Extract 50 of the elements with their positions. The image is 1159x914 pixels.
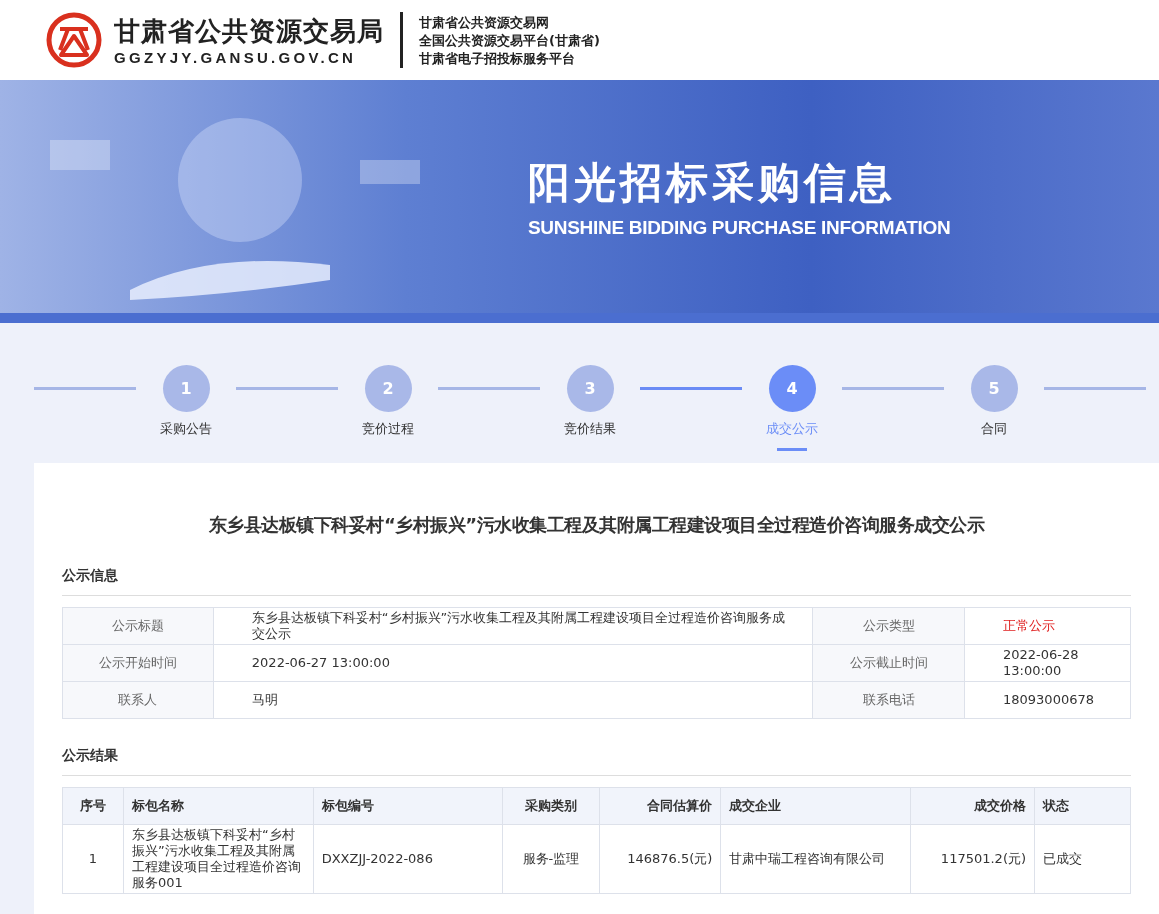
section-heading: 公示信息 (62, 567, 1131, 596)
active-step-indicator (777, 448, 807, 451)
column-header: 采购类别 (502, 787, 600, 825)
table-cell: 1 (62, 824, 124, 894)
step-number[interactable]: 5 (970, 365, 1018, 412)
field-label: 公示开始时间 (62, 644, 214, 682)
field-value: 2022-06-28 13:00:00 (964, 644, 1131, 682)
column-header: 成交企业 (720, 787, 911, 825)
header-tagline: 甘肃省电子招投标服务平台 (419, 49, 576, 67)
field-label: 公示截止时间 (812, 644, 965, 682)
step-number[interactable]: 3 (566, 365, 614, 412)
field-value: 正常公示 (964, 607, 1131, 645)
step-label[interactable]: 成交公示 (766, 420, 818, 438)
table-cell: 服务-监理 (502, 824, 600, 894)
table-cell: 146876.5(元) (599, 824, 721, 894)
banner-subtitle: SUNSHINE BIDDING PURCHASE INFORMATION (528, 216, 951, 239)
step-label[interactable]: 采购公告 (160, 420, 212, 438)
step-number[interactable]: 4 (768, 365, 816, 412)
field-value: 东乡县达板镇下科妥村“乡村振兴”污水收集工程及其附属工程建设项目全过程造价咨询服务成交公示 (213, 607, 813, 645)
column-header: 状态 (1034, 787, 1131, 825)
table-cell: 已成交 (1034, 824, 1131, 894)
org-name: 甘肃省公共资源交易局 (114, 15, 384, 48)
header-tagline: 全国公共资源交易平台(甘肃省) (419, 31, 600, 49)
field-label: 联系人 (62, 681, 214, 719)
logo-icon (46, 12, 102, 68)
site-domain: GGZYJY.GANSU.GOV.CN (114, 49, 358, 66)
field-value: 马明 (213, 681, 813, 719)
field-label: 公示标题 (62, 607, 214, 645)
column-header: 成交价格 (910, 787, 1035, 825)
step-label[interactable]: 合同 (981, 420, 1007, 438)
field-value: 18093000678 (964, 681, 1131, 719)
column-header: 标包编号 (313, 787, 502, 825)
section-heading: 公示结果 (62, 747, 1131, 776)
banner-title: 阳光招标采购信息 (528, 156, 897, 209)
column-header: 合同估算价 (599, 787, 721, 825)
header-tagline: 甘肃省公共资源交易网 (419, 13, 550, 31)
field-label: 联系电话 (812, 681, 965, 719)
step-number[interactable]: 2 (364, 365, 412, 412)
step-number[interactable]: 1 (162, 365, 210, 412)
table-cell: 甘肃中瑞工程咨询有限公司 (720, 824, 911, 894)
table-cell: DXXZJJ-2022-086 (313, 824, 502, 894)
field-value: 2022-06-27 13:00:00 (213, 644, 813, 682)
column-header: 标包名称 (123, 787, 314, 825)
table-cell: 117501.2(元) (910, 824, 1035, 894)
field-label: 公示类型 (812, 607, 965, 645)
notice-title: 东乡县达板镇下科妥村“乡村振兴”污水收集工程及其附属工程建设项目全过程造价咨询服务成交公示 (207, 513, 986, 537)
column-header: 序号 (62, 787, 124, 825)
step-label[interactable]: 竞价过程 (362, 420, 414, 438)
step-label[interactable]: 竞价结果 (564, 420, 616, 438)
table-cell: 东乡县达板镇下科妥村“乡村振兴”污水收集工程及其附属工程建设项目全过程造价咨询服务001 (123, 824, 314, 894)
